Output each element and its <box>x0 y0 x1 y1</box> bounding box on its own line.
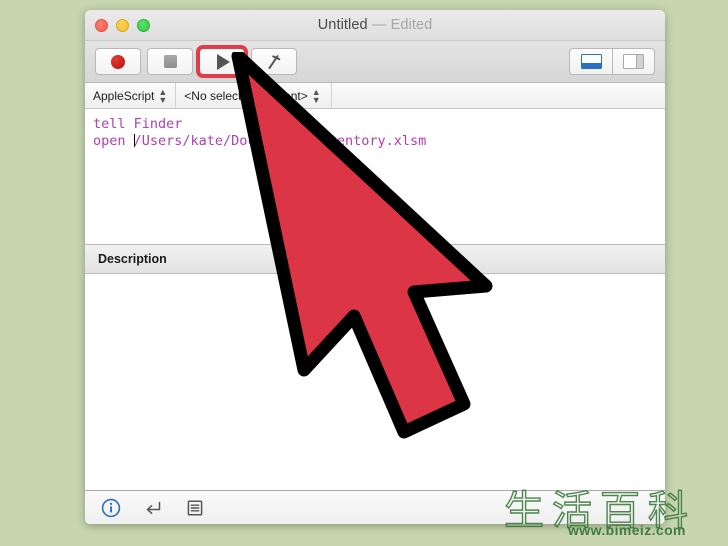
description-pane[interactable] <box>85 274 665 490</box>
bottom-panel-toggle[interactable] <box>569 48 612 75</box>
run-button[interactable] <box>196 45 248 78</box>
script-source-code[interactable]: tell Finder open /Users/kate/Documents/i… <box>93 116 665 150</box>
run-triangle-icon <box>216 53 230 70</box>
transport-button-group <box>95 45 297 78</box>
info-icon[interactable] <box>101 498 121 518</box>
language-selector[interactable]: AppleScript ▲ ▼ <box>85 83 177 108</box>
applescript-editor-window: Untitled — Edited AppleScript ▲ ▼ <No se… <box>85 10 665 524</box>
window-title-separator: — <box>371 17 387 33</box>
record-button[interactable] <box>95 48 141 75</box>
code-line-2-prefix: open <box>93 133 134 149</box>
element-selector-label: <No selected element> <box>184 88 308 103</box>
zoom-button[interactable] <box>137 18 150 32</box>
chevron-updown-icon: ▲ ▼ <box>158 86 168 105</box>
side-panel-icon <box>623 54 644 69</box>
record-circle-icon <box>111 54 125 69</box>
language-selector-label: AppleScript <box>93 88 155 103</box>
script-navigation-bar: AppleScript ▲ ▼ <No selected element> ▲ ▼ <box>85 83 665 109</box>
watermark-url: www.bimeiz.com <box>568 522 686 538</box>
traffic-light-group <box>95 10 150 40</box>
script-editor-area[interactable]: tell Finder open /Users/kate/Documents/i… <box>85 109 665 244</box>
description-tab[interactable]: Description <box>85 244 665 274</box>
window-bottom-bar <box>85 490 665 524</box>
minimize-button[interactable] <box>116 18 129 32</box>
stop-square-icon <box>163 55 177 68</box>
window-title-state: Edited <box>390 17 433 33</box>
window-title-main: Untitled <box>317 17 368 33</box>
stop-button[interactable] <box>147 48 193 75</box>
element-selector[interactable]: <No selected element> ▲ ▼ <box>176 83 332 108</box>
bottom-panel-icon <box>580 54 602 69</box>
code-line-1: tell Finder <box>93 116 183 132</box>
close-button[interactable] <box>95 18 108 32</box>
window-toolbar <box>85 41 665 83</box>
description-tab-label: Description <box>98 252 167 266</box>
hammer-icon <box>268 54 281 69</box>
code-line-2-path: /Users/kate/Documents/inventory.xlsm <box>133 133 427 149</box>
compile-button[interactable] <box>251 48 297 75</box>
window-titlebar[interactable]: Untitled — Edited <box>85 10 665 41</box>
side-panel-toggle[interactable] <box>612 48 655 75</box>
return-arrow-icon[interactable] <box>143 498 163 518</box>
view-toggle-group <box>569 48 655 75</box>
chevron-updown-icon: ▲ ▼ <box>311 86 321 105</box>
window-title: Untitled — Edited <box>85 17 665 33</box>
event-log-icon[interactable] <box>185 498 205 518</box>
